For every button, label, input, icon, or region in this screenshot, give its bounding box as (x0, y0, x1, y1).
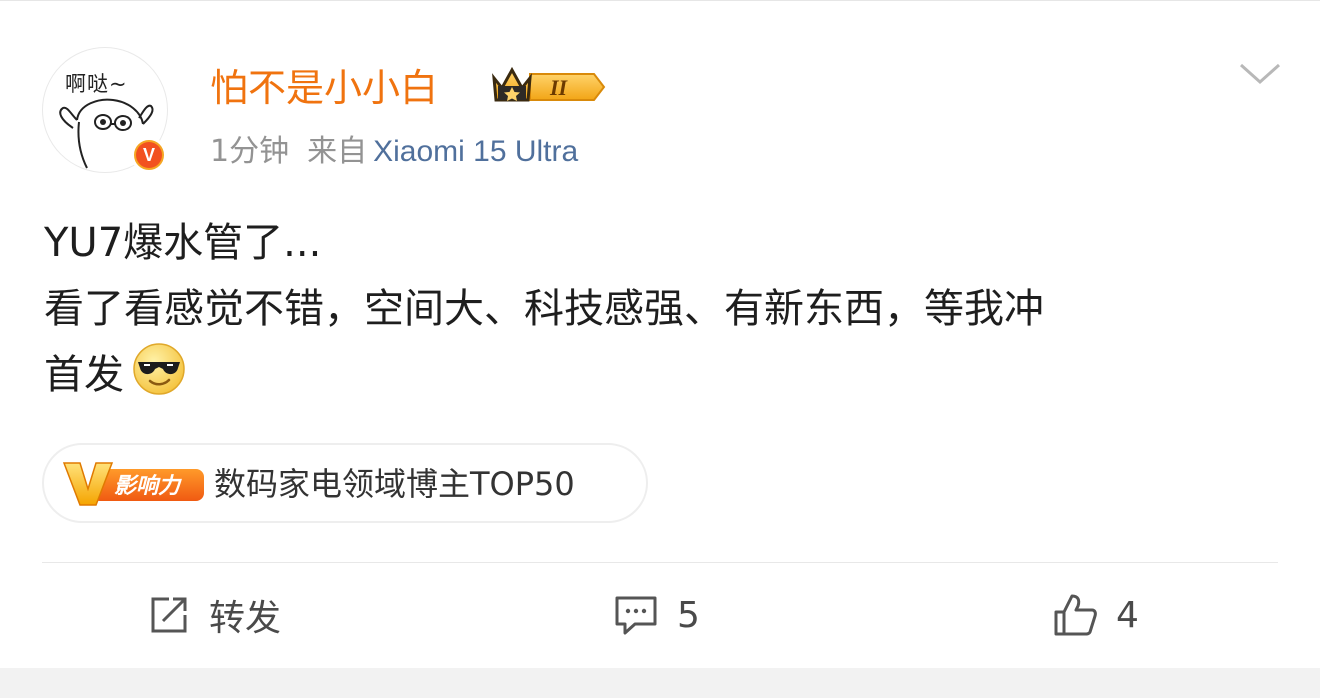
like-icon (1054, 594, 1097, 636)
comment-count: 5 (677, 594, 700, 636)
feed-separator (0, 668, 1320, 698)
action-divider (42, 562, 1278, 563)
post-text-line: 首发 (44, 352, 124, 398)
influence-tag-label: 数码家电领域博主TOP50 (214, 465, 575, 503)
post-text-line: 看了看感觉不错，空间大、科技感强、有新东西，等我冲 (44, 286, 1044, 332)
post-time: 1分钟 (210, 134, 290, 169)
comment-button[interactable]: 5 (613, 590, 700, 640)
post-meta: 1分钟 来自 Xiaomi 15 Ultra (210, 131, 578, 173)
like-button[interactable]: 4 (1052, 590, 1139, 640)
top-divider (0, 0, 1320, 1)
vip-crown-icon[interactable]: II (490, 66, 606, 108)
influence-badge-text: 影响力 (114, 474, 182, 499)
repost-icon (151, 597, 187, 633)
like-count: 4 (1116, 594, 1139, 636)
source-prefix: 来自 (307, 134, 368, 169)
chevron-down-icon[interactable] (1238, 60, 1282, 88)
verified-v-icon: V (131, 137, 167, 173)
influence-badge-icon: 影响力 (62, 462, 204, 506)
username[interactable]: 怕不是小小白 (210, 62, 438, 114)
post-content: YU7爆水管了... 看了看感觉不错，空间大、科技感强、有新东西，等我冲 首发 (44, 210, 1274, 408)
source-device-link[interactable]: Xiaomi 15 Ultra (373, 135, 578, 168)
repost-button[interactable]: 转发 (147, 590, 281, 640)
post-text-line: YU7爆水管了... (44, 220, 322, 266)
vip-level-text: II (549, 75, 569, 100)
sunglasses-emoji-icon (133, 343, 185, 395)
repost-label: 转发 (209, 598, 282, 639)
influence-tag[interactable]: 影响力 数码家电领域博主TOP50 (42, 443, 648, 523)
weibo-post-card: 啊哒~ V 怕不是小小白 II 1分钟 来自 Xiaomi 15 Ultra Y… (0, 0, 1320, 668)
comment-icon (615, 596, 657, 635)
